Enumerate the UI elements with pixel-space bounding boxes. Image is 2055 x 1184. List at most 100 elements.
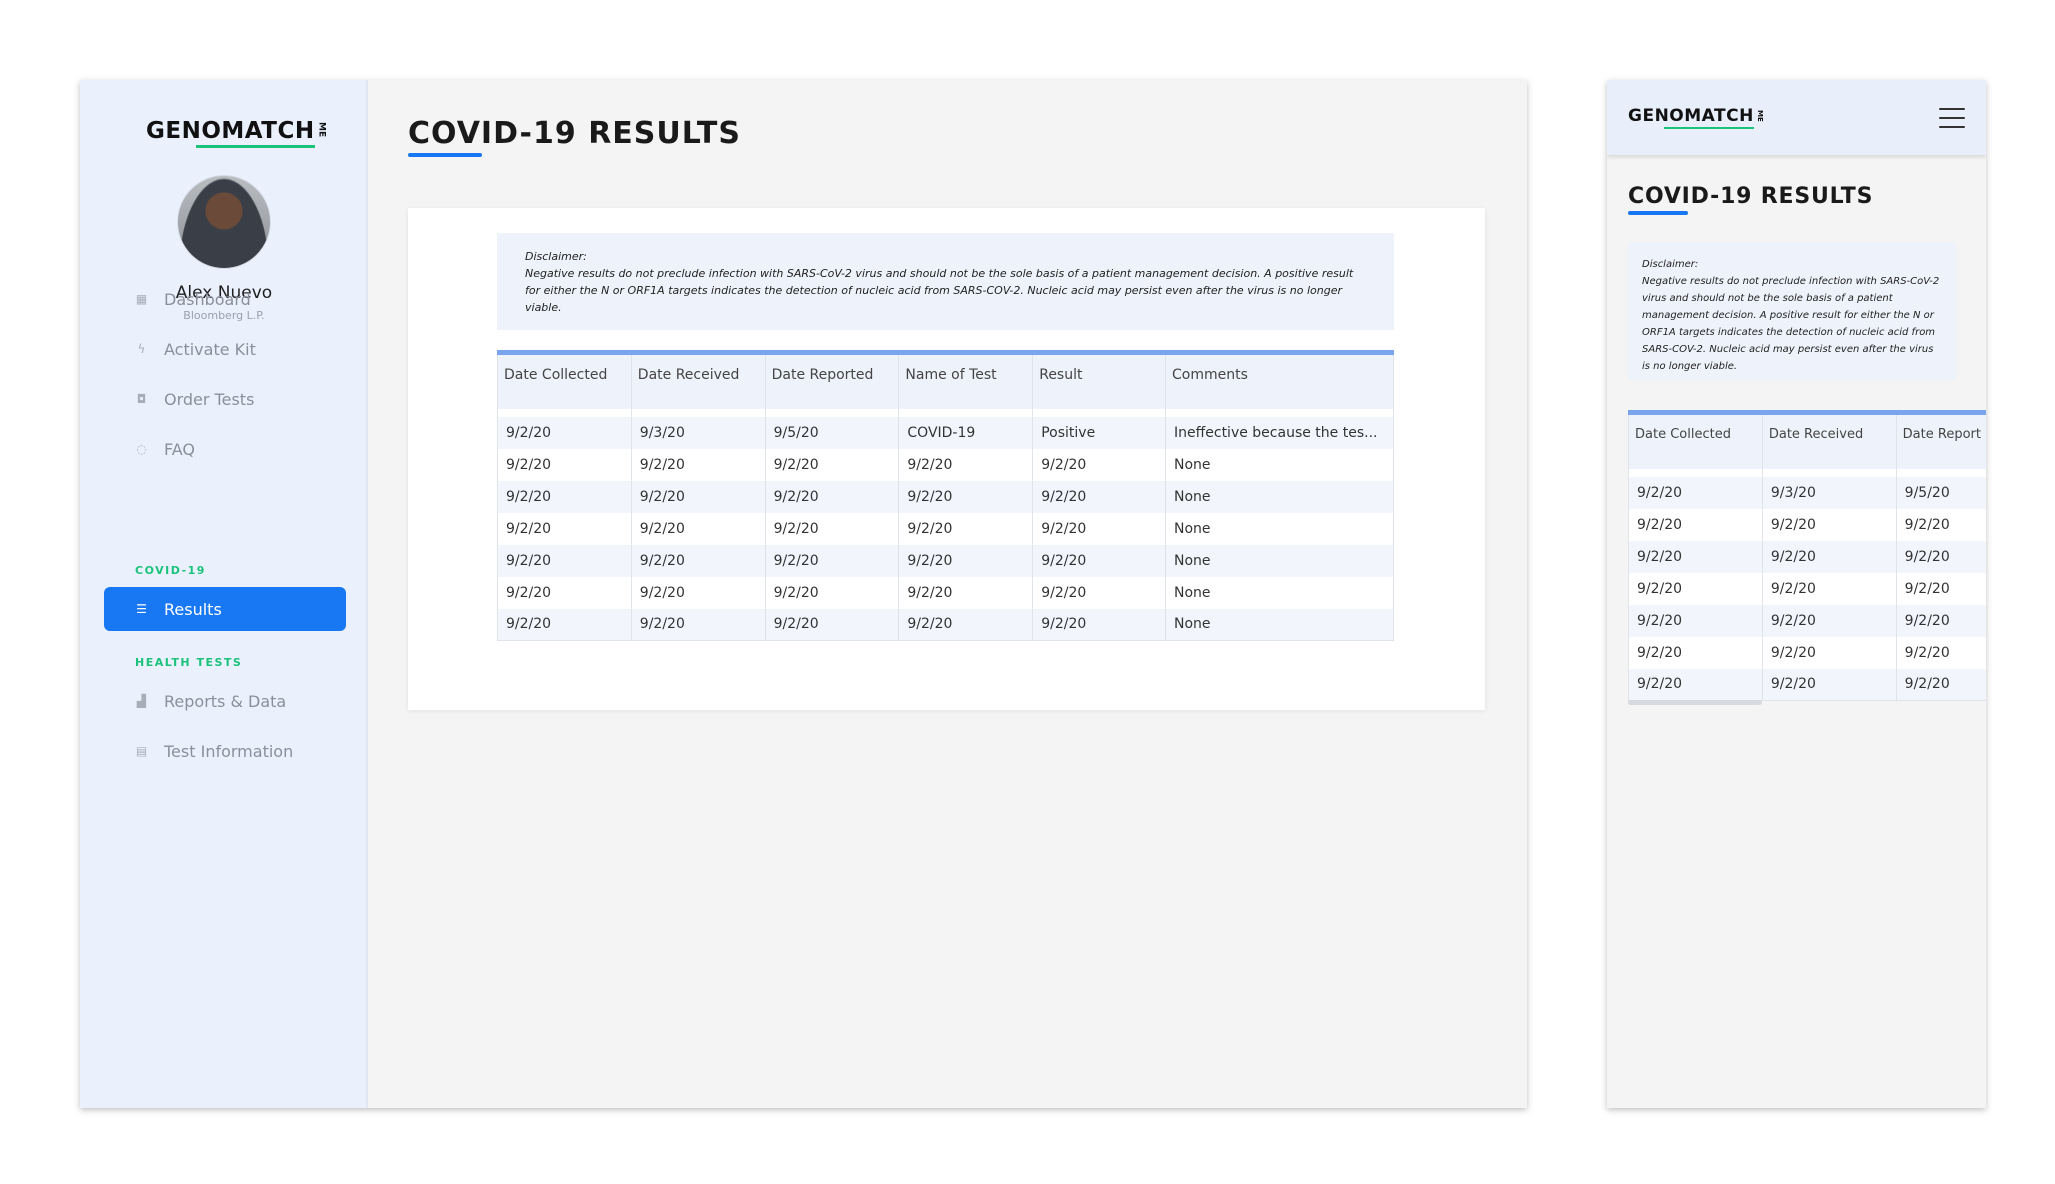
table-cell: 9/2/20 xyxy=(497,512,632,545)
sidebar-item-test-information[interactable]: ▤ Test Information xyxy=(104,729,346,773)
table-cell: 9/2/20 xyxy=(898,512,1033,545)
table-cell: 9/2/20 xyxy=(898,544,1033,577)
table-cell: 9/2/20 xyxy=(1032,544,1166,577)
sidebar-item-label: FAQ xyxy=(164,439,195,459)
column-header[interactable]: Date Reported xyxy=(764,350,899,409)
horizontal-scrollbar[interactable] xyxy=(1628,700,1762,705)
table-cell: Positive xyxy=(1032,416,1166,449)
table-cell: 9/2/20 xyxy=(630,480,766,513)
brand-wordmark: GENOMATCH xyxy=(146,118,315,148)
column-header[interactable]: Date Report xyxy=(1895,410,1986,469)
table-cell: None xyxy=(1165,480,1394,513)
spacer-cell xyxy=(898,408,1033,417)
table-cell: 9/2/20 xyxy=(1628,604,1763,637)
table-cell: 9/2/20 xyxy=(898,608,1033,641)
sidebar-item-faq[interactable]: ◌ FAQ xyxy=(104,427,346,471)
spacer-cell xyxy=(1628,468,1763,477)
table-cell: 9/2/20 xyxy=(1761,668,1897,701)
brand-logo[interactable]: GENOMATCH ME xyxy=(1628,106,1764,129)
table-row[interactable]: 9/2/20 9/2/20 9/2/20 xyxy=(1628,540,1986,573)
table-cell: Ineffective because the tes... xyxy=(1165,416,1394,449)
column-header[interactable]: Name of Test xyxy=(898,350,1033,409)
sidebar-item-label: Activate Kit xyxy=(164,339,256,359)
bolt-icon: ϟ xyxy=(137,342,146,356)
table-cell: 9/2/20 xyxy=(497,416,632,449)
page-title: COVID-19 RESULTS xyxy=(1628,184,1874,209)
table-cell: None xyxy=(1165,576,1394,609)
table-cell: 9/2/20 xyxy=(630,544,766,577)
sidebar-item-dashboard[interactable]: ▦ Dashboard xyxy=(104,277,346,321)
disclaimer: Disclaimer: Negative results do not prec… xyxy=(1628,242,1956,380)
column-header[interactable]: Date Collected xyxy=(1628,410,1763,469)
column-header[interactable]: Date Received xyxy=(630,350,766,409)
column-header[interactable]: Result xyxy=(1032,350,1166,409)
table-row[interactable]: 9/2/20 9/3/20 9/5/20 COVID-19 Positive Ineffe… xyxy=(497,416,1394,449)
list-icon: ☰ xyxy=(136,602,147,616)
hamburger-menu-icon[interactable] xyxy=(1939,108,1965,128)
table-row[interactable]: 9/2/20 9/2/20 9/2/20 9/2/20 9/2/20 None xyxy=(497,512,1394,545)
spacer-cell xyxy=(1895,468,1986,477)
table-row[interactable]: 9/2/20 9/2/20 9/2/20 xyxy=(1628,604,1986,637)
table-cell: 9/2/20 xyxy=(497,576,632,609)
table-row[interactable]: 9/2/20 9/2/20 9/2/20 xyxy=(1628,636,1986,669)
table-cell: 9/5/20 xyxy=(1895,476,1986,509)
table-row[interactable]: 9/2/20 9/2/20 9/2/20 xyxy=(1628,668,1986,701)
table-row[interactable]: 9/2/20 9/2/20 9/2/20 xyxy=(1628,508,1986,541)
brand-logo[interactable]: GENOMATCH ME xyxy=(146,118,327,148)
table-cell: 9/2/20 xyxy=(898,576,1033,609)
table-spacer-row xyxy=(497,408,1394,417)
results-table: Date Collected Date Received Date Report… xyxy=(497,350,1394,641)
sidebar-item-order-tests[interactable]: ◘ Order Tests xyxy=(104,377,346,421)
table-cell: 9/2/20 xyxy=(1032,512,1166,545)
brand-wordmark: GENOMATCH xyxy=(1628,106,1754,129)
sidebar-item-label: Order Tests xyxy=(164,389,255,409)
table-row[interactable]: 9/2/20 9/3/20 9/5/20 xyxy=(1628,476,1986,509)
table-cell: 9/2/20 xyxy=(1032,576,1166,609)
avatar[interactable] xyxy=(177,175,271,269)
table-cell: 9/2/20 xyxy=(497,448,632,481)
brand-suffix: ME xyxy=(1755,110,1764,122)
table-cell: 9/2/20 xyxy=(898,448,1033,481)
chat-icon: ◌ xyxy=(136,442,147,456)
table-cell: 9/2/20 xyxy=(1895,604,1986,637)
sidebar-item-label: Results xyxy=(164,599,222,619)
results-card: Disclaimer: Negative results do not prec… xyxy=(408,208,1485,710)
main-content: COVID-19 RESULTS Disclaimer: Negative re… xyxy=(368,80,1527,1108)
sidebar-item-label: Dashboard xyxy=(164,289,251,309)
table-header-row: Date Collected Date Received Date Report xyxy=(1628,410,1986,469)
table-scroll-container[interactable]: Date Collected Date Received Date Report… xyxy=(1628,410,1986,701)
section-label-covid: COVID-19 xyxy=(135,564,206,577)
table-spacer-row xyxy=(1628,468,1986,477)
table-row[interactable]: 9/2/20 9/2/20 9/2/20 9/2/20 9/2/20 None xyxy=(497,480,1394,513)
table-row[interactable]: 9/2/20 9/2/20 9/2/20 xyxy=(1628,572,1986,605)
table-cell: 9/2/20 xyxy=(497,544,632,577)
column-header[interactable]: Date Received xyxy=(1761,410,1897,469)
table-header-row: Date Collected Date Received Date Report… xyxy=(497,350,1394,409)
title-underline xyxy=(1628,211,1688,215)
table-cell: 9/2/20 xyxy=(764,512,899,545)
table-cell: 9/5/20 xyxy=(764,416,899,449)
table-cell: 9/2/20 xyxy=(630,608,766,641)
table-row[interactable]: 9/2/20 9/2/20 9/2/20 9/2/20 9/2/20 None xyxy=(497,448,1394,481)
document-icon: ▤ xyxy=(135,744,148,758)
table-cell: 9/2/20 xyxy=(1628,668,1763,701)
table-cell: 9/2/20 xyxy=(1761,604,1897,637)
results-table: Date Collected Date Received Date Report… xyxy=(1628,410,1986,701)
table-row[interactable]: 9/2/20 9/2/20 9/2/20 9/2/20 9/2/20 None xyxy=(497,608,1394,641)
table-cell: 9/2/20 xyxy=(1895,636,1986,669)
table-cell: None xyxy=(1165,608,1394,641)
table-cell: 9/2/20 xyxy=(1761,636,1897,669)
disclaimer: Disclaimer: Negative results do not prec… xyxy=(497,233,1394,330)
bag-icon: ◘ xyxy=(136,392,147,406)
sidebar-item-results[interactable]: ☰ Results xyxy=(104,587,346,631)
sidebar-item-reports-data[interactable]: ▟ Reports & Data xyxy=(104,679,346,723)
column-header[interactable]: Comments xyxy=(1165,350,1394,409)
table-cell: 9/2/20 xyxy=(1895,540,1986,573)
title-underline xyxy=(408,153,482,157)
table-row[interactable]: 9/2/20 9/2/20 9/2/20 9/2/20 9/2/20 None xyxy=(497,544,1394,577)
table-cell: 9/3/20 xyxy=(630,416,766,449)
table-row[interactable]: 9/2/20 9/2/20 9/2/20 9/2/20 9/2/20 None xyxy=(497,576,1394,609)
column-header[interactable]: Date Collected xyxy=(497,350,632,409)
sidebar-item-activate-kit[interactable]: ϟ Activate Kit xyxy=(104,327,346,371)
table-cell: 9/2/20 xyxy=(1032,480,1166,513)
